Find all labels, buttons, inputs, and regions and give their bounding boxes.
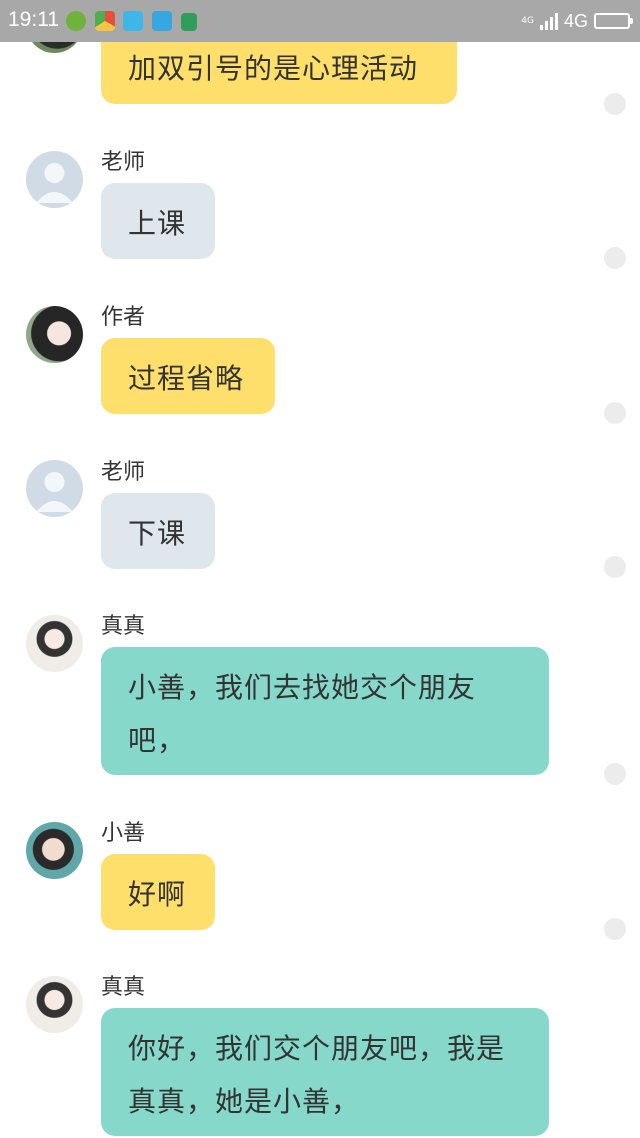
status-time: 19:11	[8, 8, 59, 31]
sender-name: 小善	[101, 821, 146, 846]
message-bubble[interactable]: 你好，我们交个朋友吧，我是真真，她是小善，	[101, 1008, 549, 1136]
lock-app-icon	[181, 13, 197, 31]
sender-name: 老师	[101, 150, 146, 175]
network-label: 4G	[563, 10, 588, 31]
person-icon	[36, 472, 73, 512]
sender-name: 作者	[101, 305, 146, 330]
person-icon	[36, 163, 73, 203]
zhenzhen-avatar[interactable]	[26, 615, 83, 672]
message-bubble[interactable]: 小善，我们去找她交个朋友吧，	[101, 647, 549, 775]
author-avatar[interactable]	[26, 306, 83, 363]
browser-app-icon	[95, 11, 115, 31]
game-app-icon	[66, 11, 86, 31]
message-bubble[interactable]: 过程省略	[101, 338, 275, 414]
sender-name: 真真	[101, 975, 146, 1000]
sender-name: 真真	[101, 614, 146, 639]
message-app-icon	[123, 11, 143, 31]
zhenzhen-avatar[interactable]	[26, 976, 83, 1033]
select-indicator[interactable]	[604, 402, 626, 424]
select-indicator[interactable]	[604, 918, 626, 940]
status-bar: 19:11 4G 4G	[0, 0, 640, 42]
xiaoshan-avatar[interactable]	[26, 822, 83, 879]
message-bubble[interactable]: 好啊	[101, 854, 215, 930]
message-bubble[interactable]: 下课	[101, 493, 215, 569]
select-indicator[interactable]	[604, 763, 626, 785]
scan-app-icon	[152, 11, 172, 31]
default-avatar[interactable]	[26, 151, 83, 208]
battery-icon	[594, 13, 633, 29]
select-indicator[interactable]	[604, 93, 626, 115]
default-avatar[interactable]	[26, 460, 83, 517]
network-small-label: 4G	[521, 16, 534, 26]
sender-name: 老师	[101, 460, 146, 485]
signal-icon	[539, 12, 558, 30]
message-bubble[interactable]: 上课	[101, 183, 215, 259]
select-indicator[interactable]	[604, 556, 626, 578]
select-indicator[interactable]	[604, 247, 626, 269]
